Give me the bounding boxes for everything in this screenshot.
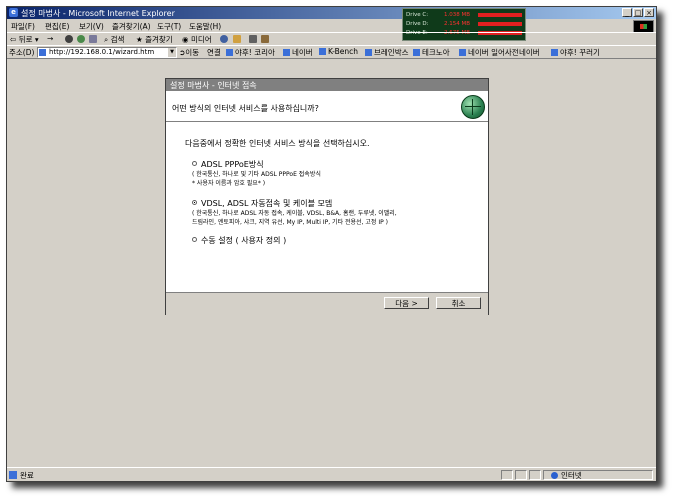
dialog-header: 어떤 방식의 인터넷 서비스를 사용하십니까? [166, 92, 488, 122]
drive-name: Drive C: [406, 12, 429, 18]
option-description: 드림라인, 엔토피아, 샤크, 지역 유선, My IP, Multi IP, … [192, 219, 388, 226]
favorites-label: 즐겨찾기 [145, 35, 173, 44]
wizard-dialog: 설정 마법사 - 인터넷 접속 어떤 방식의 인터넷 서비스를 사용하십니까? … [165, 78, 489, 315]
link-label: 테크노아 [422, 48, 450, 57]
radio-vdsl-cable[interactable] [192, 200, 197, 205]
link-label: 네이버 일어사전 [468, 48, 519, 57]
browser-window: e 설정 마법사 - Microsoft Internet Explorer _… [6, 6, 657, 482]
dialog-question: 어떤 방식의 인터넷 서비스를 사용하십니까? [172, 104, 319, 113]
page-content: 설정 마법사 - 인터넷 접속 어떤 방식의 인터넷 서비스를 사용하십니까? … [7, 58, 656, 468]
link-icon [283, 49, 290, 56]
link-icon [365, 49, 372, 56]
cancel-button[interactable]: 취소 [436, 297, 481, 309]
option-description: ( 한국통신, 하나로 및 기타 ADSL PPPoE 접속방식 [192, 171, 321, 178]
link-icon [551, 49, 558, 56]
link-yahoo-kids[interactable]: 야후! 꾸러기 [551, 47, 600, 58]
status-panel [501, 470, 513, 480]
search-button[interactable]: ⌕ 검색 [104, 34, 124, 45]
search-label: 검색 [110, 35, 125, 44]
refresh-icon[interactable] [77, 35, 85, 43]
link-icon [319, 48, 326, 55]
option-label: ADSL PPPoE방식 [201, 160, 264, 169]
menu-tools[interactable]: 도구(T) [157, 21, 181, 32]
menu-help[interactable]: 도움말(H) [189, 21, 221, 32]
media-label: 미디어 [190, 35, 212, 44]
link-label: K-Bench [328, 47, 358, 56]
address-bar: 주소(D) http://192.168.0.1/wizard.htm ▼ ➲이… [7, 45, 656, 58]
mail-icon[interactable] [233, 35, 241, 43]
ie-icon: e [9, 8, 18, 17]
option-description: * 사용자 이름과 암호 필요* ) [192, 180, 266, 187]
option-label: VDSL, ADSL 자동접속 및 케이블 모뎀 [201, 199, 333, 208]
address-input[interactable]: http://192.168.0.1/wizard.htm ▼ [37, 47, 177, 58]
dialog-footer: 다음 > 취소 [166, 292, 488, 315]
address-label: 주소(D) [9, 48, 35, 57]
globe-icon [461, 95, 485, 119]
favorites-button[interactable]: ★ 즐겨찾기 [136, 34, 173, 45]
forward-button[interactable]: → [47, 34, 53, 43]
dialog-title-bar: 설정 마법사 - 인터넷 접속 [166, 79, 488, 91]
link-technoa[interactable]: 테크노아 [413, 47, 450, 58]
drive-usage-bar [478, 13, 522, 17]
page-done-icon [9, 471, 17, 479]
status-text: 완료 [20, 471, 34, 480]
menu-favorites[interactable]: 즐겨찾기(A) [112, 21, 151, 32]
status-bar: 완료 인터넷 [7, 467, 656, 481]
go-label: 이동 [185, 48, 200, 57]
link-brainbox[interactable]: 브레인박스 [365, 47, 409, 58]
link-icon [459, 49, 466, 56]
menu-file[interactable]: 파일(F) [11, 21, 35, 32]
drive-value: 1.038 MB [444, 12, 471, 18]
radio-manual[interactable] [192, 237, 197, 242]
link-label: 네이버 [292, 48, 313, 57]
option-label: 수동 설정 ( 사용자 정의 ) [201, 236, 287, 245]
title-bar: e 설정 마법사 - Microsoft Internet Explorer _… [7, 7, 656, 19]
minimize-button[interactable]: _ [622, 8, 632, 17]
link-naver[interactable]: 네이버 [283, 47, 313, 58]
option-description: ( 한국통신, 하나로 ADSL 자동 접속, 케이블, VDSL, B&A, … [192, 210, 397, 217]
dialog-title: 설정 마법사 - 인터넷 접속 [170, 81, 257, 90]
status-panel [529, 470, 541, 480]
link-kbench[interactable]: K-Bench [319, 47, 358, 56]
toolbar: ⇦ 뒤로 ▾ → ⌕ 검색 ★ 즐겨찾기 ◉ 미디어 [7, 32, 656, 45]
link-label: 브레인박스 [374, 48, 409, 57]
zone-text: 인터넷 [561, 471, 582, 480]
menu-edit[interactable]: 편집(E) [45, 21, 69, 32]
link-label: 야후! 코리아 [235, 48, 275, 57]
chevron-down-icon[interactable]: ▼ [168, 48, 176, 57]
page-icon [39, 49, 46, 56]
back-button[interactable]: ⇦ 뒤로 ▾ [10, 34, 39, 45]
link-naver-2[interactable]: 네이버 [519, 47, 540, 58]
link-yahoo-korea[interactable]: 야후! 코리아 [226, 47, 275, 58]
close-button[interactable]: × [644, 8, 654, 17]
radio-adsl-pppoe[interactable] [192, 161, 197, 166]
back-label: 뒤로 [18, 35, 33, 44]
media-button[interactable]: ◉ 미디어 [182, 34, 212, 45]
maximize-button[interactable]: □ [633, 8, 643, 17]
window-title: 설정 마법사 - Microsoft Internet Explorer [21, 9, 175, 18]
history-icon[interactable] [220, 35, 228, 43]
status-panel [515, 470, 527, 480]
link-icon [226, 49, 233, 56]
menu-bar: 파일(F) 편집(E) 보기(V) 즐겨찾기(A) 도구(T) 도움말(H) [7, 20, 656, 31]
internet-zone-icon [551, 472, 558, 479]
link-naver-jpdict[interactable]: 네이버 일어사전 [459, 47, 519, 58]
print-icon[interactable] [249, 35, 257, 43]
edit-icon[interactable] [261, 35, 269, 43]
links-label: 연결 [207, 48, 221, 57]
link-icon [413, 49, 420, 56]
link-label: 네이버 [519, 48, 540, 57]
address-url: http://192.168.0.1/wizard.htm [49, 48, 155, 56]
instruction-text: 다음중에서 정확한 인터넷 서비스 방식을 선택하십시오. [185, 139, 370, 148]
menu-view[interactable]: 보기(V) [79, 21, 104, 32]
stop-icon[interactable] [65, 35, 73, 43]
home-icon[interactable] [89, 35, 97, 43]
next-button[interactable]: 다음 > [384, 297, 429, 309]
link-label: 야후! 꾸러기 [560, 48, 600, 57]
status-zone-panel [543, 470, 653, 480]
go-button[interactable]: ➲이동 [179, 47, 199, 58]
